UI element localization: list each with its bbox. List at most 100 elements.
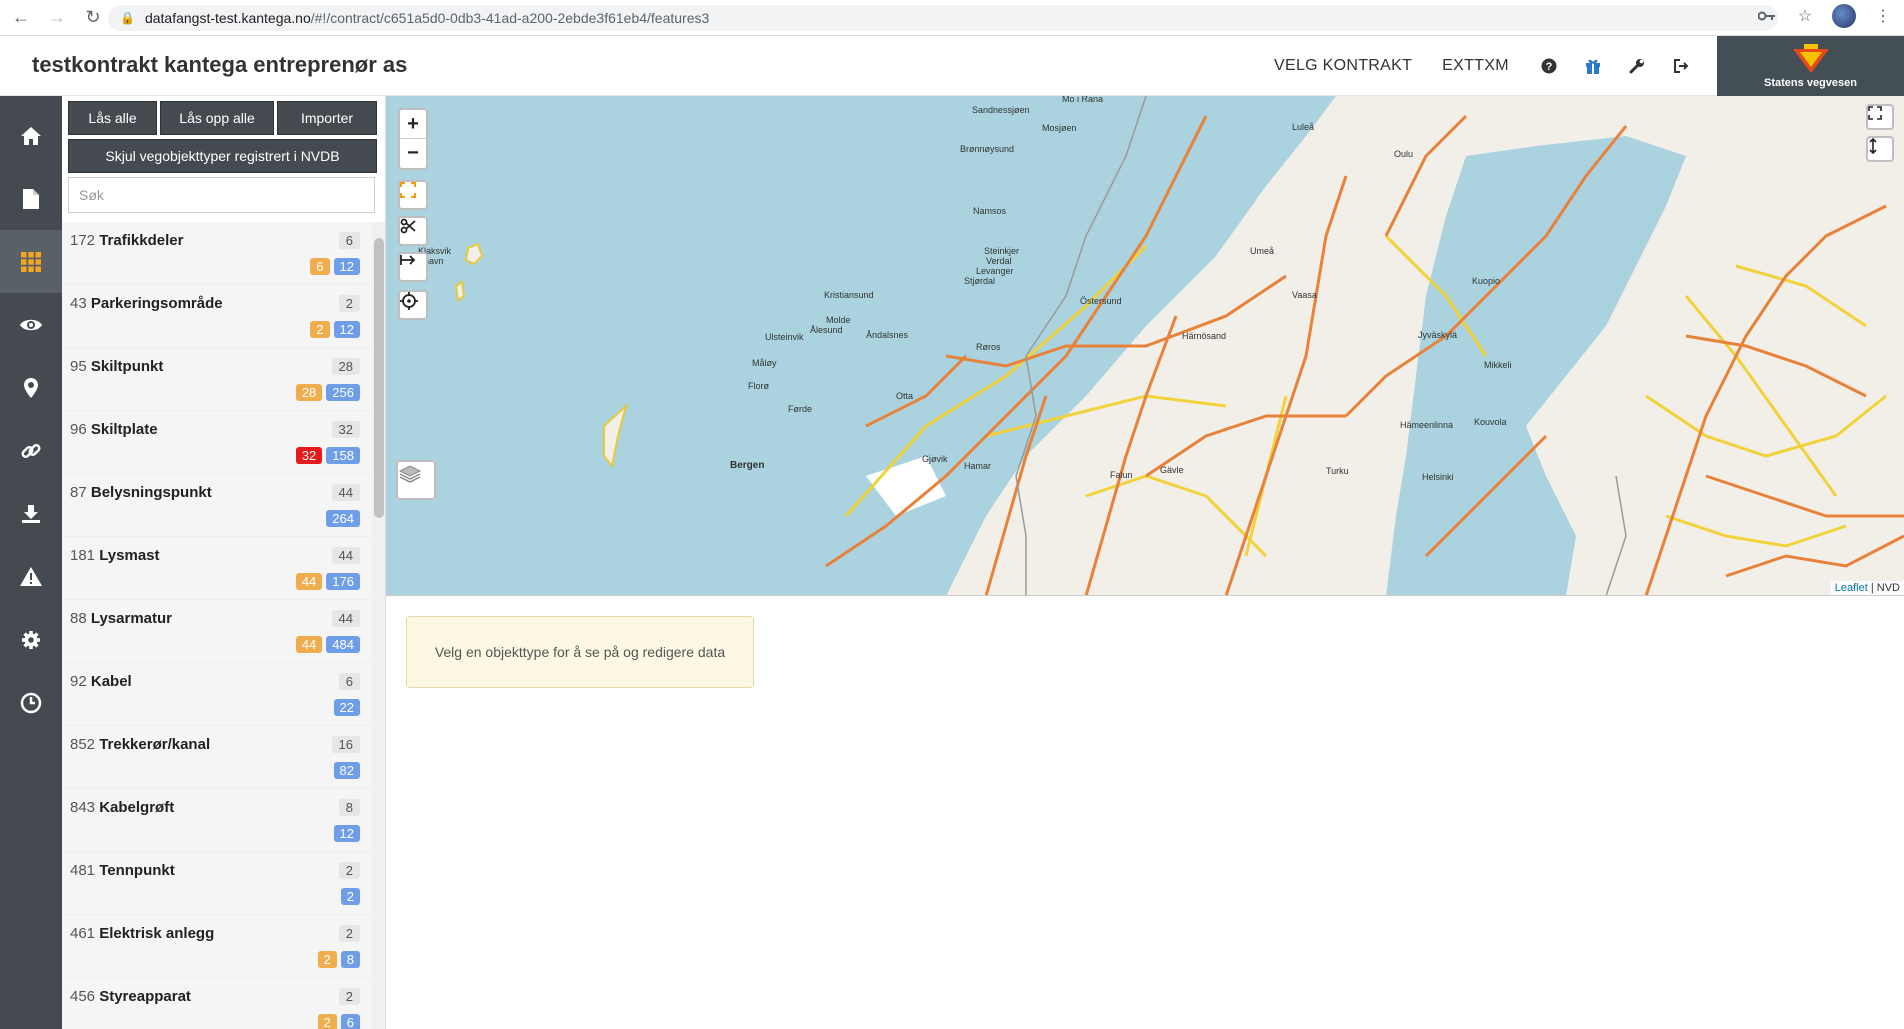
status-badge: 32 bbox=[295, 447, 323, 464]
status-badge: 12 bbox=[333, 258, 360, 275]
map-label: Mo i Rana bbox=[1062, 96, 1104, 104]
grid-icon bbox=[21, 251, 41, 272]
map-label: Bergen bbox=[730, 460, 765, 471]
status-badges: 28 256 bbox=[295, 384, 360, 401]
nav-history[interactable] bbox=[0, 671, 62, 734]
status-badges: 44 176 bbox=[295, 573, 360, 590]
wrench-icon[interactable] bbox=[1627, 56, 1647, 76]
key-icon[interactable] bbox=[1756, 5, 1778, 27]
feature-type-id: 43 bbox=[70, 295, 87, 312]
zoom-in-button[interactable]: + bbox=[400, 110, 426, 139]
nav-location[interactable] bbox=[0, 356, 62, 419]
status-badge: 12 bbox=[333, 825, 360, 842]
feature-type-title: 43 Parkeringsområde bbox=[70, 295, 223, 312]
feature-type-item[interactable]: 172 Trafikkdeler 6 6 12 bbox=[62, 222, 372, 285]
hide-nvdb-button[interactable]: Skjul vegobjekttyper registrert i NVDB bbox=[68, 139, 377, 173]
nav-warnings[interactable] bbox=[0, 545, 62, 608]
import-button[interactable]: Importer bbox=[277, 101, 378, 135]
forward-icon[interactable]: → bbox=[42, 3, 72, 33]
feature-count-badge: 2 bbox=[338, 862, 360, 879]
feature-type-title: 172 Trafikkdeler bbox=[70, 232, 183, 249]
feature-type-item[interactable]: 481 Tennpunkt 2 2 bbox=[62, 852, 372, 915]
crosshair-icon bbox=[400, 292, 418, 310]
cut-button[interactable] bbox=[398, 216, 428, 246]
nav-documents[interactable] bbox=[0, 167, 62, 230]
layers-icon bbox=[398, 465, 422, 483]
feature-count-badge: 6 bbox=[338, 232, 360, 249]
address-bar[interactable]: 🔒 datafangst-test.kantega.no/#!/contract… bbox=[108, 5, 1778, 31]
reload-icon[interactable]: ↻ bbox=[78, 3, 108, 33]
feature-type-title: 852 Trekkerør/kanal bbox=[70, 736, 210, 753]
download-icon bbox=[22, 504, 40, 523]
feature-type-id: 96 bbox=[70, 421, 87, 438]
map-label: Jyväskylä bbox=[1418, 330, 1458, 340]
warning-icon bbox=[20, 567, 42, 586]
back-icon[interactable]: ← bbox=[6, 3, 36, 33]
resize-map-button[interactable] bbox=[1866, 136, 1894, 162]
feature-count-badge: 16 bbox=[331, 736, 360, 753]
locate-button[interactable] bbox=[398, 290, 428, 320]
map-marker-icon bbox=[24, 377, 38, 398]
feature-type-id: 461 bbox=[70, 925, 96, 942]
feature-type-item[interactable]: 852 Trekkerør/kanal 16 82 bbox=[62, 726, 372, 789]
browser-toolbar: ← → ↻ 🔒 datafangst-test.kantega.no/#!/co… bbox=[0, 0, 1904, 36]
fullscreen-button[interactable] bbox=[1866, 104, 1894, 130]
status-badge: 6 bbox=[340, 1014, 360, 1029]
status-badge: 158 bbox=[326, 447, 360, 464]
search-input[interactable]: Søk bbox=[68, 177, 375, 213]
help-icon[interactable]: ? bbox=[1539, 56, 1559, 76]
nav-download[interactable] bbox=[0, 482, 62, 545]
map[interactable]: Sandnessjøen Mo i Rana Mosjøen Brønnøysu… bbox=[386, 96, 1904, 596]
star-icon[interactable]: ☆ bbox=[1794, 5, 1816, 27]
measure-button[interactable] bbox=[398, 252, 428, 282]
feature-type-item[interactable]: 461 Elektrisk anlegg 2 2 8 bbox=[62, 915, 372, 978]
map-label: Otta bbox=[896, 391, 914, 401]
feature-type-item[interactable]: 92 Kabel 6 22 bbox=[62, 663, 372, 726]
map-label: Oulu bbox=[1394, 149, 1414, 159]
feature-type-item[interactable]: 181 Lysmast 44 44 176 bbox=[62, 537, 372, 600]
vertical-resize-icon bbox=[1869, 138, 1877, 154]
nav-settings[interactable] bbox=[0, 608, 62, 671]
attribution-text: | NVD bbox=[1867, 582, 1900, 594]
feature-type-item[interactable]: 43 Parkeringsområde 2 2 12 bbox=[62, 285, 372, 348]
scrollbar-thumb[interactable] bbox=[374, 238, 384, 518]
map-label: Steinkjer bbox=[984, 246, 1020, 256]
map-label: Hamar bbox=[964, 461, 992, 471]
select-contract-link[interactable]: VELG KONTRAKT bbox=[1274, 57, 1412, 75]
logout-icon[interactable] bbox=[1671, 56, 1691, 76]
lock-all-button[interactable]: Lås alle bbox=[68, 101, 158, 135]
page-title: testkontrakt kantega entreprenør as bbox=[32, 52, 408, 77]
feature-count-badge: 32 bbox=[331, 421, 360, 438]
feature-type-title: 181 Lysmast bbox=[70, 547, 160, 564]
menu-icon[interactable]: ⋮ bbox=[1872, 5, 1894, 27]
nav-links[interactable] bbox=[0, 419, 62, 482]
feature-type-item[interactable]: 456 Styreapparat 2 2 6 bbox=[62, 978, 372, 1029]
map-label: Turku bbox=[1326, 466, 1349, 476]
feature-type-item[interactable]: 87 Belysningspunkt 44 264 bbox=[62, 474, 372, 537]
status-badges: 12 bbox=[333, 825, 360, 842]
zoom-out-button[interactable]: − bbox=[400, 139, 426, 168]
feature-type-panel: Lås alle Lås opp alle Importer Skjul veg… bbox=[62, 96, 386, 1029]
feature-type-item[interactable]: 88 Lysarmatur 44 44 484 bbox=[62, 600, 372, 663]
feature-type-item[interactable]: 843 Kabelgrøft 8 12 bbox=[62, 789, 372, 852]
nav-home[interactable] bbox=[0, 104, 62, 167]
feature-type-item[interactable]: 96 Skiltplate 32 32 158 bbox=[62, 411, 372, 474]
layers-button[interactable] bbox=[396, 460, 436, 500]
select-area-button[interactable] bbox=[398, 180, 428, 210]
feature-type-id: 172 bbox=[70, 232, 96, 249]
user-link[interactable]: EXTTXM bbox=[1442, 57, 1509, 75]
feature-count-badge: 44 bbox=[331, 547, 360, 564]
nav-features[interactable] bbox=[0, 230, 62, 293]
feature-type-title: 87 Belysningspunkt bbox=[70, 484, 212, 501]
gift-icon[interactable] bbox=[1583, 56, 1603, 76]
map-label: Levanger bbox=[976, 266, 1014, 276]
feature-type-title: 95 Skiltpunkt bbox=[70, 358, 163, 375]
feature-type-item[interactable]: 95 Skiltpunkt 28 28 256 bbox=[62, 348, 372, 411]
unlock-all-button[interactable]: Lås opp alle bbox=[160, 101, 274, 135]
profile-avatar[interactable] bbox=[1832, 4, 1856, 28]
status-badges: 264 bbox=[326, 510, 360, 527]
nav-view[interactable] bbox=[0, 293, 62, 356]
leaflet-link[interactable]: Leaflet bbox=[1835, 582, 1868, 594]
feature-type-id: 92 bbox=[70, 673, 87, 690]
feature-type-name: Skiltpunkt bbox=[90, 358, 164, 375]
